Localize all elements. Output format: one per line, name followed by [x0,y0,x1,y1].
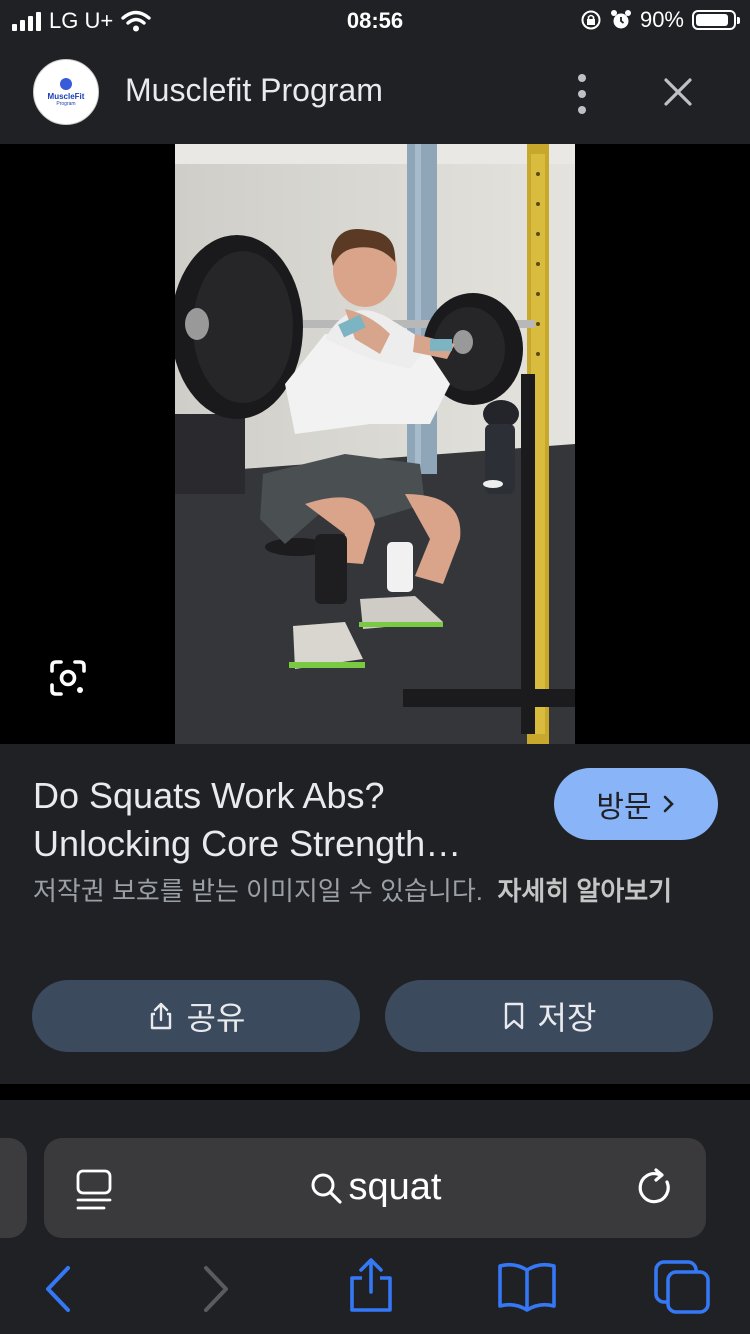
alarm-icon [610,10,631,29]
site-logo: MuscleFit Program [33,59,99,125]
orientation-lock-icon [581,10,601,30]
learn-more-link[interactable]: 자세히 알아보기 [497,876,672,906]
share-sheet-icon[interactable] [346,1256,396,1314]
back-icon[interactable] [40,1264,74,1314]
reload-icon[interactable] [634,1166,678,1210]
save-label: 저장 [537,1000,597,1036]
previous-tab-peek[interactable] [0,1138,27,1238]
visit-label: 방문 [596,791,652,824]
image-preview-area [0,144,750,744]
logo-subtext: Program [56,100,76,107]
bookmark-icon [504,1002,523,1030]
site-title[interactable]: Musclefit Program [125,72,383,109]
save-button[interactable]: 저장 [385,980,713,1052]
bookmarks-icon[interactable] [496,1260,558,1312]
address-bar[interactable]: squat [44,1138,706,1238]
result-card: Do Squats Work Abs? Unlocking Core Stren… [0,744,750,1084]
google-lens-icon[interactable] [48,658,88,698]
share-button[interactable]: 공유 [32,980,360,1052]
visit-button[interactable]: 방문 [554,768,718,840]
battery-icon [692,10,740,30]
browser-toolbar [0,1250,750,1334]
tabs-icon[interactable] [652,1258,712,1314]
search-icon [311,1173,342,1204]
result-title[interactable]: Do Squats Work Abs? Unlocking Core Stren… [33,772,533,868]
logo-text: MuscleFit [47,91,85,101]
status-bar: LG U+ 08:56 90% [0,0,750,44]
battery-percent: 90% [639,7,684,32]
section-divider [0,1084,750,1100]
copyright-notice: 저작권 보호를 받는 이미지일 수 있습니다. 자세히 알아보기 [33,872,713,910]
forward-icon[interactable] [200,1264,234,1314]
status-right: 90% [580,7,740,33]
search-field[interactable]: squat [44,1166,706,1209]
more-options-icon[interactable] [572,74,592,114]
close-icon[interactable] [660,74,696,110]
result-header: MuscleFit Program Musclefit Program [0,44,750,144]
share-label: 공유 [186,1000,246,1036]
copyright-text: 저작권 보호를 받는 이미지일 수 있습니다. [33,876,483,906]
search-query: squat [348,1166,442,1208]
result-image[interactable] [175,144,575,744]
share-icon [150,1002,171,1030]
chevron-right-icon [663,795,674,813]
